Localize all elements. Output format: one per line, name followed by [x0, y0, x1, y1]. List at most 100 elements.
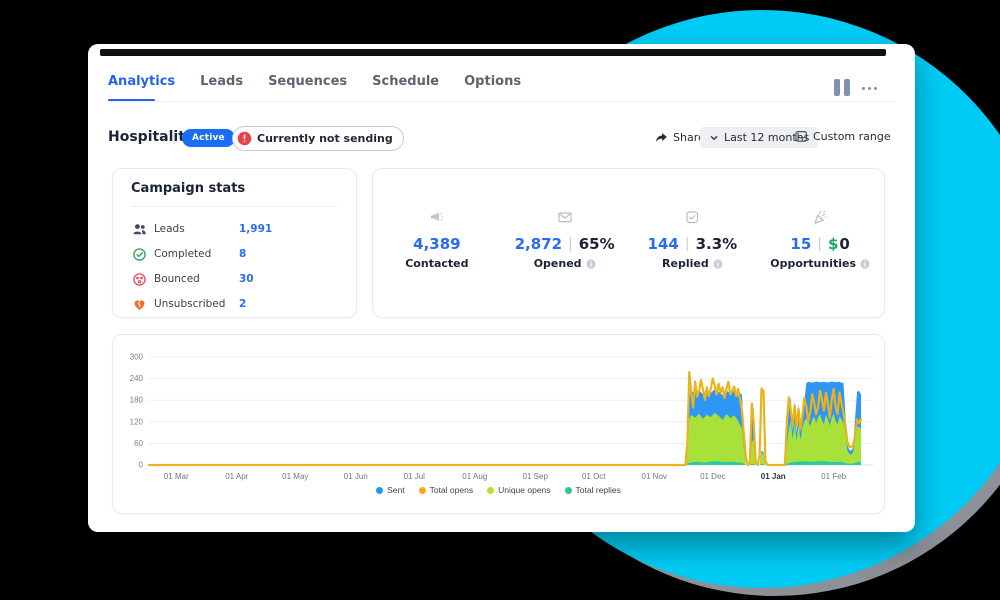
tab-sequences[interactable]: Sequences: [268, 74, 347, 89]
ellipsis-icon: [868, 87, 871, 90]
stat-opened: 2,872 | 65% Opened: [501, 169, 629, 317]
stat-value: 8: [239, 248, 246, 260]
info-icon[interactable]: [586, 259, 596, 269]
contacted-label: Contacted: [405, 257, 468, 270]
opportunities-label: Opportunities: [770, 257, 856, 270]
chart-legend: Sent Total opens Unique opens Total replies: [113, 485, 884, 495]
calendar-icon: [794, 129, 808, 143]
legend-item-total-opens[interactable]: Total opens: [419, 485, 473, 495]
stat-opportunities: 15 | $0 Opportunities: [756, 169, 884, 317]
share-button[interactable]: Share: [654, 130, 705, 144]
x-tick-label: 01 Sep: [523, 472, 549, 481]
x-tick-label: 01 May: [282, 472, 308, 481]
legend-label: Total replies: [576, 485, 621, 495]
pause-campaign-button[interactable]: [834, 79, 850, 96]
x-tick-label: 01 Dec: [700, 472, 725, 481]
x-tick-label: 01 Mar: [164, 472, 189, 481]
legend-label: Sent: [387, 485, 405, 495]
chevron-down-icon: [709, 133, 719, 143]
opportunities-currency: $: [828, 235, 838, 253]
custom-range-button[interactable]: Custom range: [794, 129, 891, 143]
leads-icon: [131, 221, 147, 237]
y-tick-label: 0: [139, 461, 144, 470]
stat-label: Leads: [154, 223, 185, 235]
overview-stats-card: 4,389 Contacted 2,872 | 65%: [372, 168, 885, 318]
x-tick-label: 01 Feb: [821, 472, 846, 481]
info-icon[interactable]: [713, 259, 723, 269]
envelope-icon: [556, 207, 574, 227]
x-tick-label: 01 Nov: [642, 472, 667, 481]
nav-tabs: Analytics Leads Sequences Schedule Optio…: [108, 74, 521, 89]
dashboard-window: Analytics Leads Sequences Schedule Optio…: [88, 44, 915, 532]
campaign-activity-chart[interactable]: 06012018024030001 Mar01 Apr01 May01 Jun0…: [121, 343, 876, 483]
campaign-stats-card: Campaign stats Leads 1,991: [112, 168, 357, 318]
party-popper-icon: [811, 207, 829, 227]
value-separator: |: [817, 236, 822, 252]
x-tick-label: 01 Jul: [404, 472, 426, 481]
x-tick-label: 01 Apr: [225, 472, 248, 481]
completed-icon: [131, 246, 147, 262]
stat-label: Unsubscribed: [154, 298, 225, 310]
y-tick-label: 180: [130, 396, 144, 405]
bounced-icon: [131, 271, 147, 287]
stat-row-completed: Completed 8: [131, 246, 341, 262]
legend-dot-icon: [487, 487, 494, 494]
tab-analytics[interactable]: Analytics: [108, 74, 175, 89]
status-badge[interactable]: Active: [182, 129, 235, 147]
nav-divider: [108, 101, 895, 102]
legend-dot-icon: [565, 487, 572, 494]
campaign-chart-card: 06012018024030001 Mar01 Apr01 May01 Jun0…: [112, 334, 885, 514]
y-tick-label: 240: [130, 374, 144, 383]
stat-value: 2: [239, 298, 246, 310]
opened-label: Opened: [534, 257, 582, 270]
tab-options[interactable]: Options: [464, 74, 521, 89]
ellipsis-icon: [862, 87, 865, 90]
x-tick-label: 01 Jun: [344, 472, 368, 481]
x-tick-label: 01 Jan: [761, 472, 786, 481]
stat-row-bounced: Bounced 30: [131, 271, 341, 287]
pause-icon: [844, 79, 850, 96]
x-tick-label: 01 Aug: [462, 472, 487, 481]
contacted-value: 4,389: [413, 235, 460, 253]
tab-leads[interactable]: Leads: [200, 74, 243, 89]
pause-icon: [834, 79, 840, 96]
stat-value: 1,991: [239, 223, 272, 235]
stat-replied: 144 | 3.3% Replied: [629, 169, 757, 317]
replied-rate: 3.3%: [696, 235, 738, 253]
opened-value: 2,872: [515, 235, 562, 253]
legend-item-total-replies[interactable]: Total replies: [565, 485, 621, 495]
opportunities-amount: 0: [839, 235, 849, 253]
series-total-opens: [149, 372, 861, 465]
legend-item-sent[interactable]: Sent: [376, 485, 405, 495]
megaphone-icon: [428, 207, 446, 227]
legend-dot-icon: [376, 487, 383, 494]
stat-row-leads: Leads 1,991: [131, 221, 341, 237]
reply-check-icon: [683, 207, 701, 227]
y-tick-label: 120: [130, 417, 144, 426]
legend-label: Total opens: [430, 485, 473, 495]
opportunities-value: 15: [790, 235, 811, 253]
page-background: Analytics Leads Sequences Schedule Optio…: [0, 0, 1000, 600]
legend-item-unique-opens[interactable]: Unique opens: [487, 485, 550, 495]
window-top-bar: [100, 49, 886, 56]
alert-icon: [237, 131, 252, 146]
legend-label: Unique opens: [498, 485, 550, 495]
tab-schedule[interactable]: Schedule: [372, 74, 439, 89]
warning-label: Currently not sending: [257, 132, 393, 145]
custom-range-label: Custom range: [813, 130, 891, 143]
x-tick-label: 01 Oct: [582, 472, 606, 481]
y-tick-label: 300: [130, 353, 144, 362]
stat-contacted: 4,389 Contacted: [373, 169, 501, 317]
opened-rate: 65%: [579, 235, 615, 253]
stat-value: 30: [239, 273, 254, 285]
legend-dot-icon: [419, 487, 426, 494]
not-sending-warning[interactable]: Currently not sending: [232, 126, 404, 151]
unsubscribed-icon: [131, 296, 147, 312]
info-icon[interactable]: [860, 259, 870, 269]
card-divider: [131, 206, 338, 207]
stat-label: Bounced: [154, 273, 200, 285]
title-separator: |: [172, 130, 176, 145]
more-options-button[interactable]: [862, 87, 877, 90]
stat-row-unsubscribed: Unsubscribed 2: [131, 296, 341, 312]
replied-value: 144: [648, 235, 679, 253]
